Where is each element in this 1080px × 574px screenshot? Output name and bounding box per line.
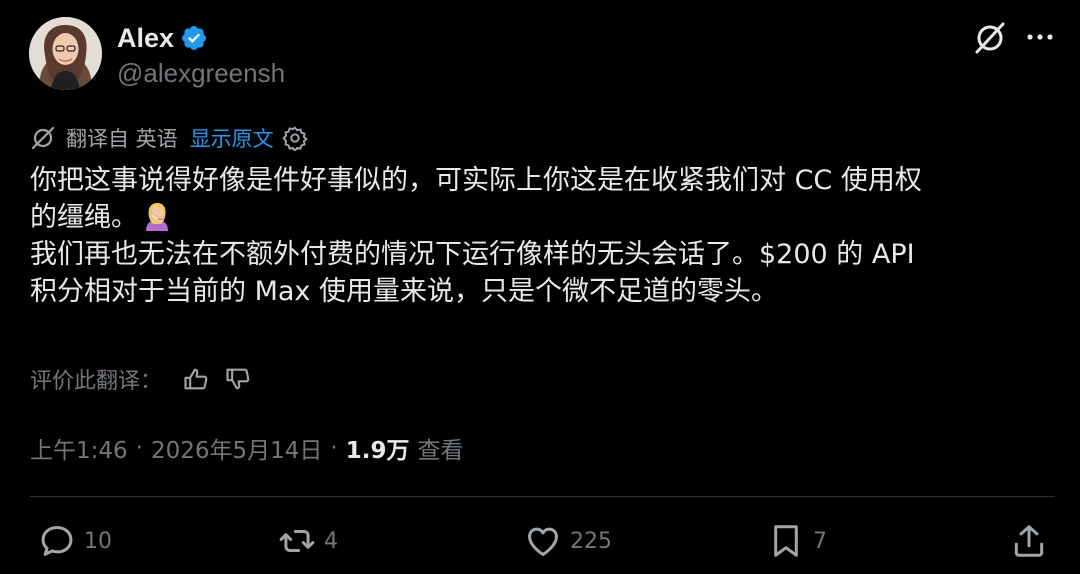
- like-count: 225: [570, 528, 612, 554]
- tweet-meta: 上午1:46 · 2026年5月14日 · 1.9万 查看: [30, 430, 463, 466]
- author-name-row[interactable]: Alex: [117, 20, 208, 56]
- tweet-line: 你把这事说得好像是件好事似的，可实际上你这是在收紧我们对 CC 使用权: [30, 165, 922, 196]
- tweet-time[interactable]: 上午1:46: [30, 431, 128, 465]
- retweet-button[interactable]: 4: [278, 518, 338, 564]
- avatar-image: [29, 17, 102, 90]
- translate-icon: [31, 126, 55, 150]
- rate-translation-row: 评价此翻译：: [30, 362, 252, 396]
- tweet-line: 的缰绳。: [30, 202, 138, 233]
- translation-row: 翻译自 英语 显示原文: [30, 122, 308, 154]
- avatar[interactable]: [29, 17, 102, 90]
- meta-separator: ·: [330, 435, 338, 461]
- action-bar: 10 4 225 7: [0, 518, 1080, 564]
- meta-separator: ·: [135, 435, 143, 461]
- reply-count: 10: [84, 528, 112, 554]
- reply-icon: [41, 526, 73, 556]
- retweet-count: 4: [324, 528, 338, 554]
- author-handle[interactable]: @alexgreensh: [117, 58, 285, 89]
- verified-badge-icon: [182, 26, 207, 50]
- grok-icon[interactable]: [972, 20, 1008, 56]
- share-icon: [1014, 525, 1044, 557]
- share-button[interactable]: [1010, 518, 1048, 564]
- bookmark-button[interactable]: 7: [767, 518, 827, 564]
- show-original-link[interactable]: 显示原文: [190, 123, 274, 153]
- gear-icon[interactable]: [281, 125, 308, 151]
- tweet-text: 你把这事说得好像是件好事似的，可实际上你这是在收紧我们对 CC 使用权 的缰绳。…: [30, 162, 1060, 310]
- like-button[interactable]: 225: [524, 518, 612, 564]
- retweet-icon: [279, 529, 315, 553]
- views-count: 1.9万: [345, 438, 410, 464]
- thumbs-down-icon[interactable]: [224, 365, 252, 393]
- views-label: 查看: [417, 438, 464, 464]
- tweet-line-with-emoji: 的缰绳。: [30, 199, 1060, 236]
- more-icon[interactable]: [1025, 24, 1055, 50]
- heart-icon: [528, 527, 558, 556]
- rate-translation-label: 评价此翻译：: [30, 369, 163, 394]
- author-name[interactable]: Alex: [117, 23, 174, 54]
- thumbs-up-icon[interactable]: [182, 365, 210, 393]
- bookmark-count: 7: [813, 528, 827, 554]
- bookmark-icon: [774, 525, 798, 557]
- divider: [30, 496, 1055, 497]
- tweet-date[interactable]: 2026年5月14日: [151, 431, 322, 465]
- tweet-line: 积分相对于当前的 Max 使用量来说，只是个微不足道的零头。: [30, 276, 778, 307]
- reply-button[interactable]: 10: [38, 518, 112, 564]
- person-facepalming-emoji: [146, 203, 168, 231]
- translated-from-label: 翻译自 英语: [66, 127, 178, 151]
- tweet-line: 我们再也无法在不额外付费的情况下运行像样的无头会话了。$200 的 API: [30, 239, 915, 270]
